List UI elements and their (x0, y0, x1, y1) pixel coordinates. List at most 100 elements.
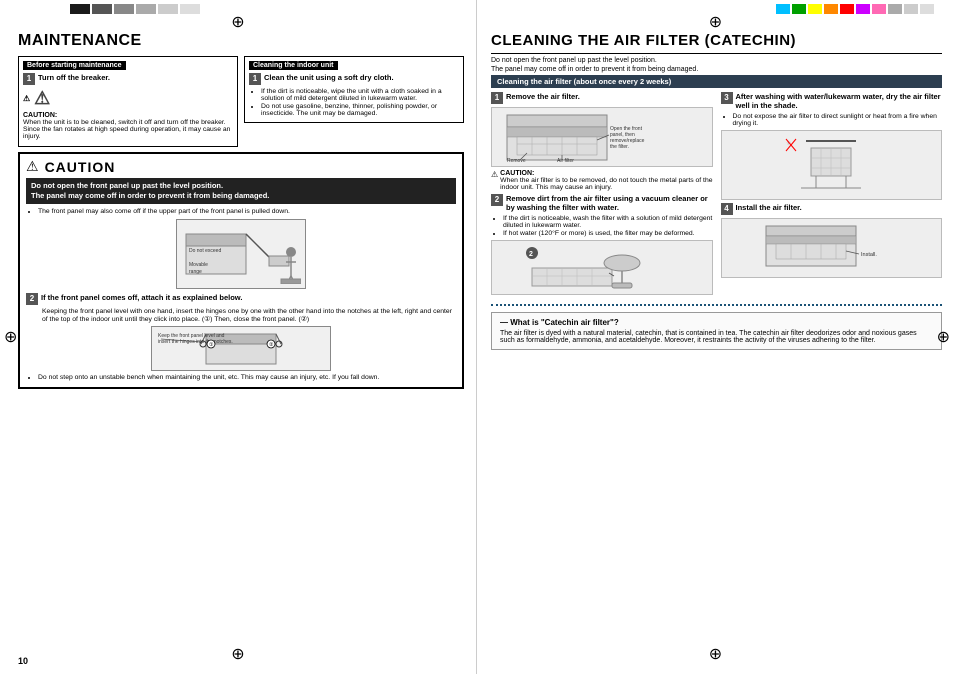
caution-step2-detail: Keeping the front panel level with one h… (42, 308, 456, 323)
filter-step1-text: Remove the air filter. (506, 92, 580, 101)
step2-svg: 2 (522, 243, 682, 293)
color-r-3 (808, 4, 822, 14)
cleaning-title: CLEANING THE AIR FILTER (CATECHIN) (491, 32, 942, 49)
step3-bullet-1: Do not expose the air filter to direct s… (733, 113, 943, 127)
notice-2: The panel may come off in order to preve… (491, 66, 942, 73)
catechin-box: — What is "Catechin air filter"? The air… (491, 312, 942, 350)
diagram-2-box: Keep the front panel level and insert th… (151, 326, 331, 371)
color-r-6 (856, 4, 870, 14)
step1-caution-text: CAUTION: When the air filter is to be re… (500, 170, 712, 191)
caution-bold-1: Do not open the front panel up past the … (31, 181, 451, 190)
color-r-8 (888, 4, 902, 14)
cleaning-bullet-1: If the dirt is noticeable, wipe the unit… (261, 88, 459, 102)
color-r-9 (904, 4, 918, 14)
caution-diagram-2: Keep the front panel level and insert th… (26, 326, 456, 371)
filter-step3-row: 3 After washing with water/lukewarm wate… (721, 92, 943, 110)
catechin-title: — What is "Catechin air filter"? (500, 318, 933, 327)
left-panel: ⊕ MAINTENANCE Before starting maintenanc… (0, 0, 477, 674)
caution-outer-box: ⚠ CAUTION Do not open the front panel up… (18, 152, 464, 389)
steps-right-col: 3 After washing with water/lukewarm wate… (721, 92, 943, 298)
right-content: CLEANING THE AIR FILTER (CATECHIN) Do no… (491, 32, 942, 350)
before-starting-header: Before starting maintenance (23, 61, 126, 70)
color-r-2 (792, 4, 806, 14)
color-block-6 (180, 4, 200, 14)
step1-caution-body: When the air filter is to be removed, do… (500, 177, 712, 191)
color-block-4 (136, 4, 156, 14)
top-color-bar-left (70, 4, 200, 14)
step3-bullets: Do not expose the air filter to direct s… (721, 113, 943, 127)
step1-caution: ⚠ CAUTION: When the air filter is to be … (491, 170, 713, 191)
step1-caution-label: CAUTION: (500, 170, 712, 177)
reg-mark-bottom-left: ⊕ (231, 644, 244, 664)
filter-step1-row: 1 Remove the air filter. (491, 92, 713, 104)
cleaning-step1-row: 1 Clean the unit using a soft dry cloth. (249, 73, 459, 85)
title-divider (491, 53, 942, 54)
filter-step2-row: 2 Remove dirt from the air filter using … (491, 194, 713, 212)
svg-text:2: 2 (529, 251, 533, 258)
steps-left-col: 1 Remove the air filter. (491, 92, 713, 298)
diagram-2-svg: Keep the front panel level and insert th… (156, 329, 326, 369)
dotted-sep (491, 304, 942, 306)
cleaning-indoor-header: Cleaning the indoor unit (249, 61, 338, 70)
caution-step2-num: 2 (26, 293, 38, 305)
step4-diagram: Install. (721, 218, 943, 278)
step1-row: 1 Turn off the breaker. (23, 73, 233, 85)
color-r-4 (824, 4, 838, 14)
step1-caution-icon: ⚠ (491, 170, 498, 179)
svg-text:the filter.: the filter. (610, 144, 629, 150)
filter-step4-text: Install the air filter. (736, 203, 802, 212)
cleaning-bullet-2: Do not use gasoline, benzine, thinner, p… (261, 103, 459, 117)
caution-block: CAUTION: When the unit is to be cleaned,… (23, 112, 233, 140)
reg-mark-top: ⊕ (231, 12, 244, 32)
step2-bullet-2: If hot water (120°F or more) is used, th… (503, 230, 713, 237)
step1-diagram: Open the front panel, then remove/replac… (491, 107, 713, 167)
before-starting-box: Before starting maintenance 1 Turn off t… (18, 56, 238, 147)
svg-text:Movable: Movable (189, 262, 208, 268)
caution-body: When the unit is to be cleaned, switch i… (23, 119, 233, 140)
svg-text:Air filter: Air filter (557, 158, 574, 164)
color-block-2 (92, 4, 112, 14)
diagram-1-box: Do not exceed Movable range (176, 219, 306, 289)
filter-step4-num: 4 (721, 203, 733, 215)
maintenance-title: MAINTENANCE (18, 32, 464, 50)
reg-mark-left: ⊕ (4, 327, 17, 347)
caution-bullet-1: The front panel may also come off if the… (38, 208, 456, 215)
color-block-1 (70, 4, 90, 14)
caution-bullet-list: The front panel may also come off if the… (26, 208, 456, 215)
left-content: MAINTENANCE Before starting maintenance … (18, 32, 464, 389)
caution-icon: ⚠ (34, 88, 50, 109)
top-color-bar-right (776, 4, 934, 14)
step4-svg: Install. (756, 221, 906, 276)
page-number: 10 (18, 656, 28, 666)
filter-step3-text: After washing with water/lukewarm water,… (736, 92, 943, 110)
caution-symbol-row: ⚠ ⚠ (23, 88, 233, 109)
diagram-1-svg: Do not exceed Movable range (181, 224, 301, 284)
caution-bold-2: The panel may come off in order to preve… (31, 191, 451, 200)
step3-svg: ☀ (781, 133, 881, 198)
catechin-body: The air filter is dyed with a natural ma… (500, 330, 933, 344)
before-starting-col: Before starting maintenance 1 Turn off t… (18, 56, 238, 147)
step2-bullet-1: If the dirt is noticeable, wash the filt… (503, 215, 713, 229)
filter-section-header: Cleaning the air filter (about once ever… (491, 75, 942, 88)
svg-text:insert the hinges into the not: insert the hinges into the notches. (158, 339, 233, 345)
page: ⊕ MAINTENANCE Before starting maintenanc… (0, 0, 954, 674)
color-r-7 (872, 4, 886, 14)
cleaning-indoor-box: Cleaning the indoor unit 1 Clean the uni… (244, 56, 464, 123)
reg-mark-right: ⊕ (937, 327, 950, 347)
caution-step2-row: 2 If the front panel comes off, attach i… (26, 293, 456, 305)
svg-text:range: range (189, 269, 202, 275)
svg-text:②: ② (269, 342, 274, 348)
reg-mark-top-right: ⊕ (709, 12, 722, 32)
reg-mark-bottom-right: ⊕ (709, 644, 722, 664)
right-panel: ⊕ CLEANING THE AIR FILTER (CATECHIN) Do … (477, 0, 954, 674)
caution-triangle-icon: ⚠ (26, 158, 39, 175)
color-block-5 (158, 4, 178, 14)
filter-step2-num: 2 (491, 194, 503, 206)
cleaning-bullets: If the dirt is noticeable, wipe the unit… (249, 88, 459, 117)
svg-text:Install.: Install. (861, 252, 877, 258)
caution-title-row: ⚠ CAUTION (26, 158, 456, 175)
caution-bullet2-list: Do not step onto an unstable bench when … (26, 374, 456, 381)
caution-bullet-2: Do not step onto an unstable bench when … (38, 374, 456, 381)
caution-warning-block: Do not open the front panel up past the … (26, 178, 456, 204)
svg-text:Do not exceed: Do not exceed (189, 248, 221, 254)
